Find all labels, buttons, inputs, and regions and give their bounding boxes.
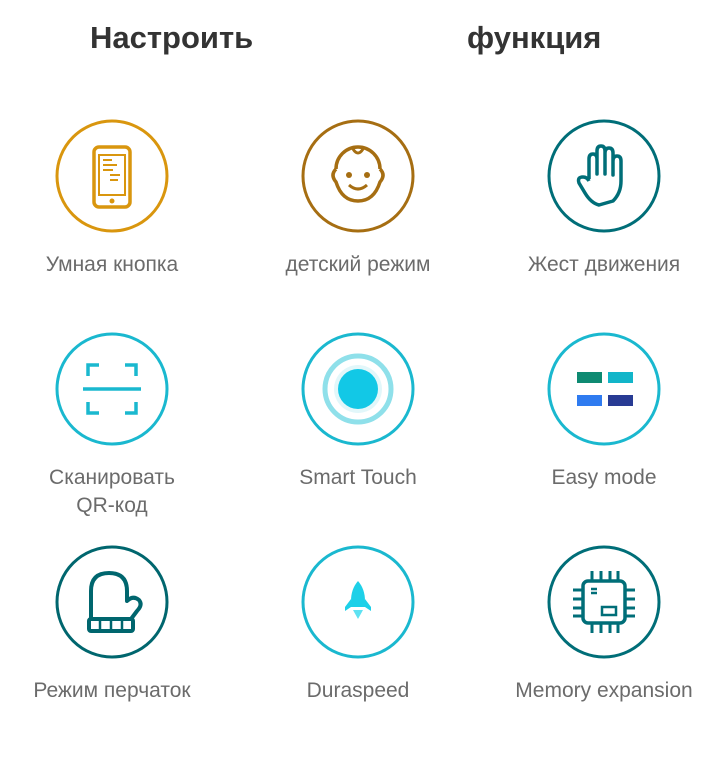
kids-mode-label: детский режим [285, 253, 431, 276]
smart-touch-tile[interactable]: Smart Touch [240, 332, 476, 532]
rocket-icon [301, 545, 415, 659]
memory-expansion-tile[interactable]: Memory expansion [486, 545, 708, 745]
smartphone-icon [55, 119, 169, 233]
glove-mode-tile[interactable]: Режим перчаток [0, 545, 230, 745]
qr-scan-label: Сканировать QR-код [49, 466, 175, 517]
qr-scan-tile[interactable]: Сканировать QR-код [0, 332, 230, 532]
smart-touch-icon [301, 332, 415, 446]
kids-mode-tile[interactable]: детский режим [240, 119, 476, 319]
smart-touch-label: Smart Touch [299, 466, 417, 489]
baby-face-icon [301, 119, 415, 233]
function-title: функция [467, 20, 602, 55]
hand-gesture-icon [547, 119, 661, 233]
easy-mode-icon [547, 332, 661, 446]
smart-button-tile[interactable]: Умная кнопка [0, 119, 230, 319]
glove-mode-label: Режим перчаток [33, 679, 191, 702]
smart-button-label: Умная кнопка [45, 253, 179, 276]
chip-icon [547, 545, 661, 659]
settings-title: Настроить [90, 20, 254, 55]
easy-mode-label: Easy mode [551, 466, 657, 489]
duraspeed-label: Duraspeed [306, 679, 410, 702]
qr-scan-icon [55, 332, 169, 446]
duraspeed-tile[interactable]: Duraspeed [240, 545, 476, 745]
easy-mode-tile[interactable]: Easy mode [486, 332, 708, 532]
memory-expansion-label: Memory expansion [515, 679, 693, 702]
glove-icon [55, 545, 169, 659]
motion-gesture-tile[interactable]: Жест движения [486, 119, 708, 319]
motion-gesture-label: Жест движения [527, 253, 681, 276]
